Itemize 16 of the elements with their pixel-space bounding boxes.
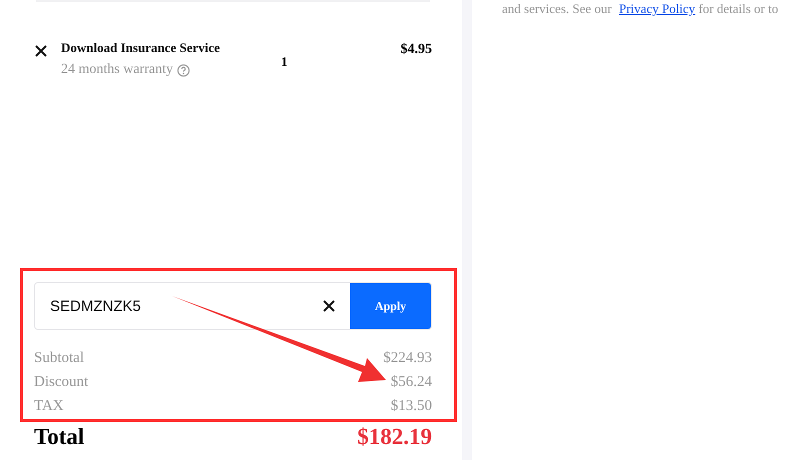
- total-label: Total: [34, 424, 84, 450]
- summary-amount: $13.50: [390, 397, 432, 416]
- item-quantity: 1: [281, 54, 288, 70]
- remove-icon[interactable]: [34, 44, 48, 58]
- help-icon[interactable]: [176, 64, 190, 76]
- item-price: $4.95: [400, 42, 432, 58]
- item-name: Download Insurance Service: [61, 40, 221, 56]
- item-note: 24 months warranty: [61, 62, 173, 78]
- summary-amount: $224.93: [383, 349, 432, 368]
- summary-label: TAX: [34, 397, 64, 416]
- summary-label: Subtotal: [34, 349, 84, 368]
- total-amount: $182.19: [357, 424, 432, 450]
- privacy-link[interactable]: Privacy Policy: [619, 1, 696, 16]
- summary-label: Discount: [34, 373, 88, 392]
- summary-amount: $56.24: [390, 373, 432, 392]
- privacy-text: and services. See our Privacy Policy for details or to: [502, 1, 780, 17]
